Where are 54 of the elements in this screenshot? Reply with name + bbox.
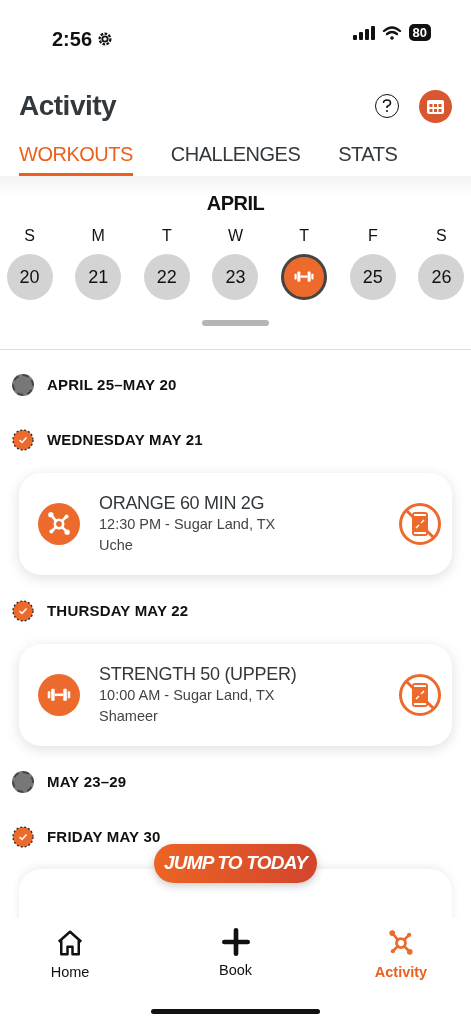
- workout-card[interactable]: ORANGE 60 MIN 2G 12:30 PM - Sugar Land, TX Uche: [19, 473, 452, 575]
- check-dot-icon: [12, 826, 34, 848]
- tab[interactable]: CHALLENGES: [170, 134, 301, 176]
- logo-icon: [386, 928, 416, 958]
- nav-tab[interactable]: Book: [195, 928, 276, 1024]
- calendar-icon: [426, 97, 445, 115]
- drag-handle[interactable]: [202, 320, 269, 326]
- day-button[interactable]: [281, 254, 328, 300]
- day-button[interactable]: 26: [418, 254, 465, 300]
- class-title: STRENGTH 50 (UPPER): [99, 663, 298, 685]
- check-dot-icon: [12, 429, 34, 451]
- calendar-button[interactable]: [419, 89, 452, 123]
- weekday-label: S: [24, 226, 35, 246]
- no-tracker-icon: [398, 673, 442, 717]
- section-heading: WEDNESDAY MAY 21: [47, 429, 203, 450]
- class-time-location: 12:30 PM - Sugar Land, TX: [99, 515, 277, 534]
- wifi-icon: [381, 25, 402, 40]
- class-time-location: 10:00 AM - Sugar Land, TX: [99, 686, 276, 705]
- tab[interactable]: STATS: [338, 134, 398, 176]
- section-heading: APRIL 25–MAY 20: [47, 374, 177, 395]
- weekday-label: W: [227, 226, 243, 246]
- weekday-label: T: [161, 226, 172, 246]
- weekday-label: M: [91, 226, 105, 246]
- no-tracker-icon: [398, 502, 442, 546]
- section-heading: FRIDAY MAY 30: [47, 826, 161, 847]
- day-button[interactable]: 20: [6, 254, 53, 300]
- home-icon: [55, 928, 85, 958]
- signal-icon: [352, 25, 375, 40]
- nav-tab[interactable]: Home: [30, 928, 110, 1024]
- weekday-label: S: [436, 226, 447, 246]
- day-button[interactable]: 22: [143, 254, 190, 300]
- section-heading: MAY 23–29: [47, 771, 127, 792]
- check-dot-icon: [12, 600, 34, 622]
- coach-name: Uche: [99, 536, 134, 555]
- question-icon: [382, 99, 392, 113]
- month-label: APRIL: [206, 191, 265, 216]
- strength-class-icon: [38, 674, 80, 716]
- day-button[interactable]: 21: [75, 254, 122, 300]
- jump-to-today-button[interactable]: JUMP TO TODAY: [154, 844, 317, 883]
- workout-card[interactable]: [19, 869, 452, 918]
- page-title: Activity: [19, 89, 117, 123]
- weekday-label: F: [367, 226, 378, 246]
- section-heading: THURSDAY MAY 22: [47, 600, 189, 621]
- workout-card[interactable]: STRENGTH 50 (UPPER) 10:00 AM - Sugar Land, TX Shameer: [19, 644, 452, 746]
- dumbbell-icon: [293, 270, 316, 284]
- status-time: 2:56: [52, 27, 93, 52]
- battery-indicator: 80: [408, 24, 431, 41]
- logo-class-icon: [38, 503, 80, 545]
- plus-icon: [221, 928, 250, 956]
- weekday-label: T: [299, 226, 309, 246]
- class-title: ORANGE 60 MIN 2G: [99, 492, 266, 514]
- day-button[interactable]: 25: [349, 254, 396, 300]
- coach-name: Shameer: [99, 707, 159, 726]
- day-button[interactable]: 23: [212, 254, 259, 300]
